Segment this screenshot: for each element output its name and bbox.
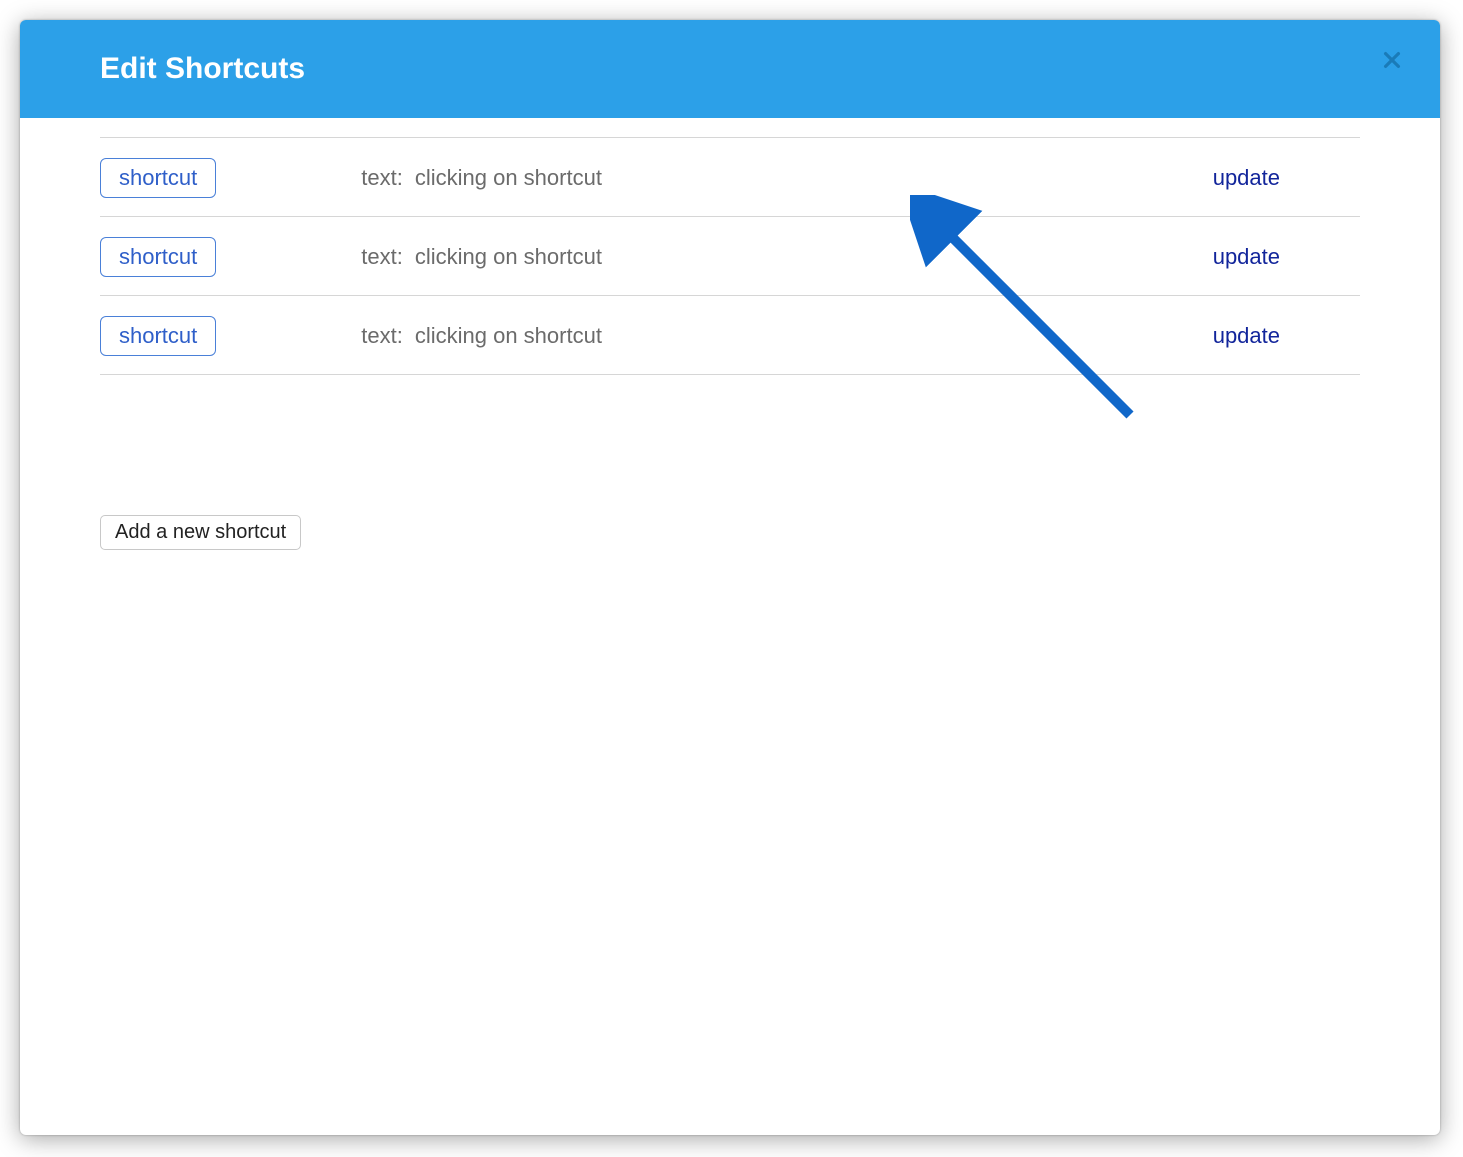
modal-title: Edit Shortcuts	[100, 52, 1360, 86]
text-label: text:	[361, 323, 403, 349]
text-value: clicking on shortcut	[415, 244, 602, 270]
shortcut-button[interactable]: shortcut	[100, 316, 216, 356]
update-link[interactable]: update	[1213, 323, 1280, 349]
close-button[interactable]	[1376, 44, 1408, 76]
text-label: text:	[361, 165, 403, 191]
update-link[interactable]: update	[1213, 244, 1280, 270]
update-link[interactable]: update	[1213, 165, 1280, 191]
shortcut-row: shortcut text: clicking on shortcut upda…	[100, 137, 1360, 217]
text-value: clicking on shortcut	[415, 165, 602, 191]
modal-body: shortcut text: clicking on shortcut upda…	[20, 137, 1440, 590]
shortcut-text: text: clicking on shortcut	[361, 323, 1212, 349]
shortcut-button[interactable]: shortcut	[100, 237, 216, 277]
edit-shortcuts-modal: Edit Shortcuts shortcut text: clicking o…	[20, 20, 1440, 1135]
text-value: clicking on shortcut	[415, 323, 602, 349]
shortcut-row: shortcut text: clicking on shortcut upda…	[100, 216, 1360, 296]
modal-header: Edit Shortcuts	[20, 20, 1440, 118]
shortcut-text: text: clicking on shortcut	[361, 244, 1212, 270]
shortcut-row: shortcut text: clicking on shortcut upda…	[100, 295, 1360, 375]
text-label: text:	[361, 244, 403, 270]
add-shortcut-button[interactable]: Add a new shortcut	[100, 515, 301, 550]
shortcut-text: text: clicking on shortcut	[361, 165, 1212, 191]
shortcuts-list: shortcut text: clicking on shortcut upda…	[100, 137, 1360, 375]
shortcut-button[interactable]: shortcut	[100, 158, 216, 198]
close-icon	[1381, 49, 1403, 71]
